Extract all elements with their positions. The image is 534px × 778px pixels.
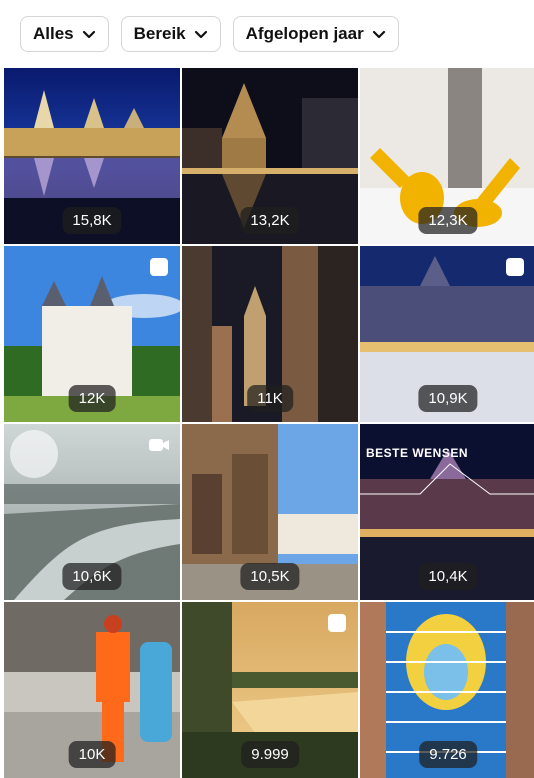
post-thumbnail[interactable]: 12K (4, 246, 180, 422)
reach-count: 15,8K (62, 207, 122, 234)
chevron-down-icon (194, 30, 207, 39)
reach-count: 12K (68, 385, 116, 412)
post-thumbnail[interactable]: BESTE WENSEN 10,4K (360, 424, 534, 600)
post-thumbnail[interactable]: 9.999 (182, 602, 358, 778)
filter-label: Afgelopen jaar (245, 24, 364, 43)
filter-label: Bereik (133, 24, 186, 43)
reach-count: 10,4K (418, 563, 478, 590)
reach-count: 12,3K (418, 207, 478, 234)
filter-bar: Alles Bereik Afgelopen jaar (20, 16, 399, 52)
reach-count: 10K (68, 741, 116, 768)
post-thumbnail[interactable]: 10,6K (4, 424, 180, 600)
reach-count: 10,6K (62, 563, 122, 590)
post-thumbnail[interactable]: 13,2K (182, 68, 358, 244)
reach-count: 9.726 (419, 741, 477, 768)
post-thumbnail[interactable]: 10,5K (182, 424, 358, 600)
post-thumbnail[interactable]: 12,3K (360, 68, 534, 244)
post-thumbnail[interactable]: 9.726 (360, 602, 534, 778)
post-thumbnail[interactable]: 10K (4, 602, 180, 778)
post-thumbnail[interactable]: 15,8K (4, 68, 180, 244)
post-thumbnail[interactable]: 10,9K (360, 246, 534, 422)
post-grid: 15,8K 13,2K 12,3K 12K 11K 10,9K 10,6K 10… (4, 68, 534, 778)
carousel-icon (506, 258, 524, 276)
filter-bereik-dropdown[interactable]: Bereik (120, 16, 221, 52)
reach-count: 10,5K (240, 563, 300, 590)
filter-period-dropdown[interactable]: Afgelopen jaar (232, 16, 399, 52)
chevron-down-icon (372, 30, 385, 39)
filter-alles-dropdown[interactable]: Alles (20, 16, 109, 52)
post-thumbnail[interactable]: 11K (182, 246, 358, 422)
carousel-icon (328, 614, 346, 632)
reach-count: 9.999 (241, 741, 299, 768)
post-overlay-text: BESTE WENSEN (366, 446, 469, 460)
reach-count: 13,2K (240, 207, 300, 234)
video-icon (149, 439, 169, 451)
carousel-icon (150, 258, 168, 276)
chevron-down-icon (82, 30, 95, 39)
filter-label: Alles (33, 24, 74, 43)
reach-count: 10,9K (418, 385, 478, 412)
reach-count: 11K (247, 385, 293, 412)
